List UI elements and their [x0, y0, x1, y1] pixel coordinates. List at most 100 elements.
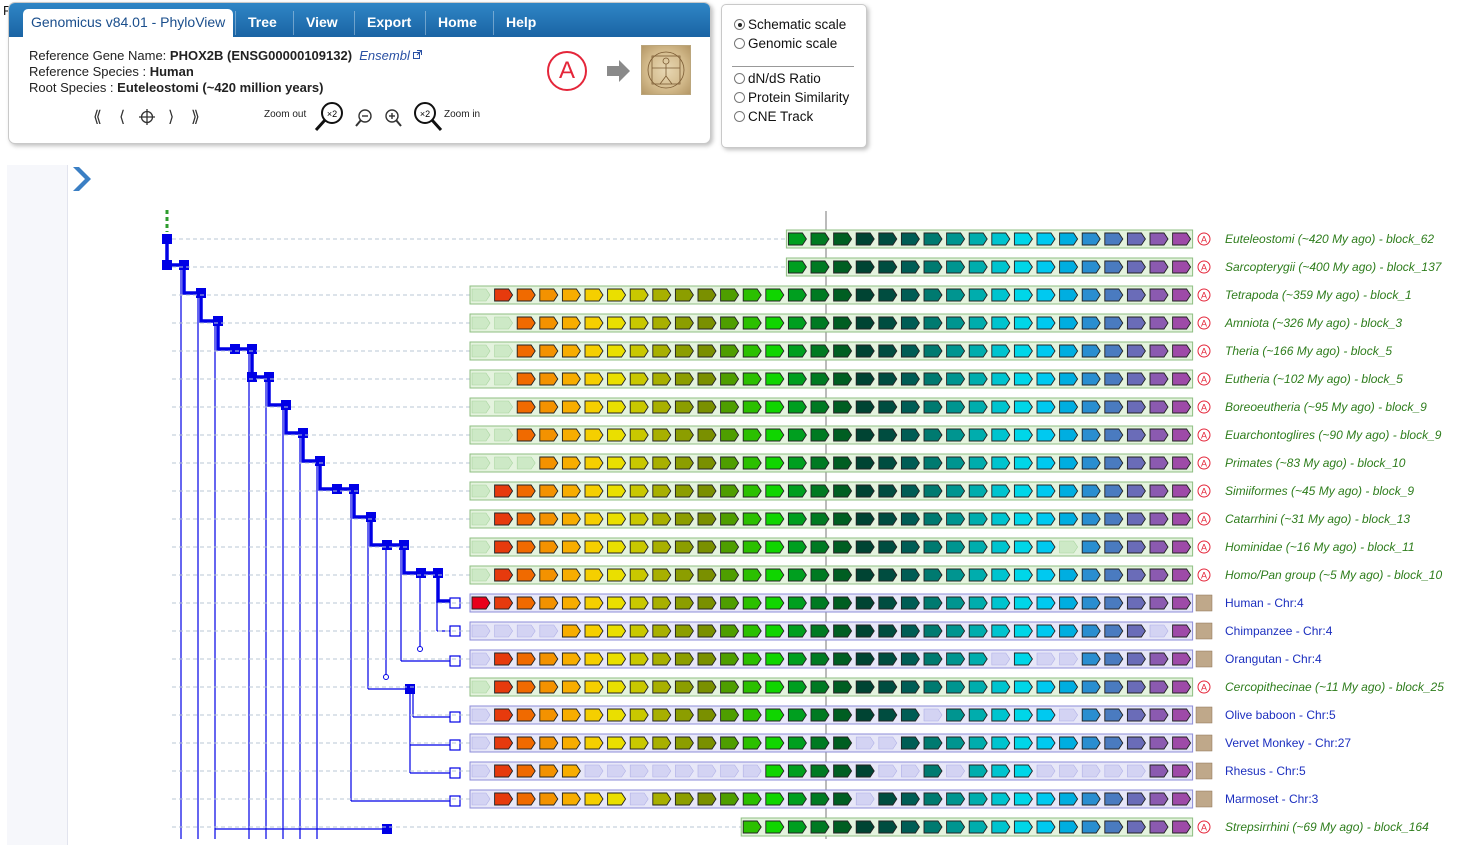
gene-arrow[interactable]: [697, 344, 717, 358]
gene-arrow[interactable]: [991, 596, 1011, 610]
gene-arrow[interactable]: [810, 568, 830, 582]
gene-arrow[interactable]: [629, 680, 649, 694]
gene-arrow[interactable]: [923, 316, 943, 330]
gene-arrow[interactable]: [787, 428, 807, 442]
gene-arrow[interactable]: [720, 428, 740, 442]
gene-arrow[interactable]: [1013, 652, 1033, 666]
gene-arrow[interactable]: [1081, 512, 1101, 526]
gene-arrow[interactable]: [923, 680, 943, 694]
gene-arrow[interactable]: [720, 344, 740, 358]
gene-arrow[interactable]: [1036, 820, 1056, 834]
gene-arrow[interactable]: [1104, 764, 1124, 778]
gene-arrow[interactable]: [607, 540, 627, 554]
gene-arrow[interactable]: [494, 428, 513, 442]
gene-arrow[interactable]: [968, 652, 988, 666]
gene-arrow[interactable]: [697, 456, 717, 470]
gene-arrow[interactable]: [1013, 316, 1033, 330]
tree-node[interactable]: [162, 260, 172, 270]
gene-arrow[interactable]: [652, 512, 672, 526]
gene-arrow[interactable]: [607, 456, 627, 470]
gene-arrow[interactable]: [1081, 736, 1101, 750]
gene-arrow[interactable]: [1104, 652, 1124, 666]
gene-arrow[interactable]: [765, 484, 785, 498]
gene-arrow[interactable]: [607, 372, 627, 386]
gene-arrow[interactable]: [991, 344, 1011, 358]
gene-arrow[interactable]: [878, 652, 898, 666]
gene-arrow[interactable]: [494, 456, 513, 470]
gene-arrow[interactable]: [991, 316, 1011, 330]
gene-arrow[interactable]: [1036, 400, 1056, 414]
gene-arrow[interactable]: [629, 344, 649, 358]
tree-node[interactable]: [247, 372, 257, 382]
tree-node[interactable]: [298, 428, 308, 438]
gene-arrow[interactable]: [991, 624, 1011, 638]
gene-arrow[interactable]: [1013, 736, 1033, 750]
gene-arrow[interactable]: [494, 652, 514, 666]
tree-node[interactable]: [281, 400, 291, 410]
gene-arrow[interactable]: [1172, 596, 1192, 610]
gene-arrow[interactable]: [1036, 484, 1056, 498]
gene-arrow[interactable]: [946, 596, 966, 610]
gene-arrow[interactable]: [787, 512, 807, 526]
gene-arrow[interactable]: [539, 400, 559, 414]
gene-arrow[interactable]: [1126, 456, 1146, 470]
gene-arrow[interactable]: [1081, 288, 1101, 302]
gene-arrow[interactable]: [1059, 596, 1079, 610]
gene-arrow[interactable]: [855, 456, 875, 470]
gene-arrow[interactable]: [878, 260, 898, 274]
gene-arrow[interactable]: [878, 400, 898, 414]
gene-arrow[interactable]: [629, 456, 649, 470]
gene-arrow[interactable]: [833, 456, 853, 470]
gene-arrow[interactable]: [516, 596, 536, 610]
gene-arrow[interactable]: [1036, 288, 1056, 302]
gene-arrow[interactable]: [968, 764, 988, 778]
gene-arrow[interactable]: [946, 260, 966, 274]
gene-arrow[interactable]: [1172, 400, 1192, 414]
gene-arrow[interactable]: [946, 288, 966, 302]
gene-arrow[interactable]: [900, 232, 920, 246]
gene-arrow[interactable]: [787, 652, 807, 666]
row-species-label[interactable]: Strepsirrhini (~69 My ago) - block_164: [1225, 820, 1429, 834]
gene-arrow[interactable]: [946, 736, 966, 750]
gene-arrow[interactable]: [810, 316, 830, 330]
gene-arrow[interactable]: [1059, 568, 1079, 582]
gene-arrow[interactable]: [584, 512, 604, 526]
gene-arrow[interactable]: [1036, 792, 1056, 806]
gene-arrow[interactable]: [855, 680, 875, 694]
gene-arrow[interactable]: [1126, 288, 1146, 302]
gene-arrow[interactable]: [878, 316, 898, 330]
gene-arrow[interactable]: [471, 764, 491, 778]
row-species-label[interactable]: Human - Chr:4: [1225, 596, 1304, 610]
gene-arrow[interactable]: [855, 764, 875, 778]
gene-arrow[interactable]: [516, 400, 536, 414]
gene-arrow[interactable]: [561, 596, 581, 610]
gene-arrow[interactable]: [494, 736, 514, 750]
gene-arrow[interactable]: [810, 708, 830, 722]
gene-arrow[interactable]: [833, 596, 853, 610]
gene-arrow[interactable]: [765, 372, 785, 386]
gene-arrow[interactable]: [946, 316, 966, 330]
gene-arrow[interactable]: [1149, 792, 1169, 806]
gene-arrow[interactable]: [923, 344, 943, 358]
gene-arrow[interactable]: [991, 288, 1011, 302]
gene-arrow[interactable]: [471, 568, 491, 582]
gene-arrow[interactable]: [516, 652, 536, 666]
gene-arrow[interactable]: [1126, 596, 1146, 610]
gene-arrow[interactable]: [629, 400, 649, 414]
gene-arrow[interactable]: [1059, 344, 1079, 358]
gene-arrow[interactable]: [584, 680, 604, 694]
gene-arrow[interactable]: [765, 596, 785, 610]
gene-arrow[interactable]: [923, 512, 943, 526]
gene-arrow[interactable]: [787, 568, 807, 582]
gene-arrow[interactable]: [991, 456, 1011, 470]
gene-arrow[interactable]: [1059, 316, 1079, 330]
gene-arrow[interactable]: [697, 288, 717, 302]
gene-arrow[interactable]: [1081, 568, 1101, 582]
gene-arrow[interactable]: [787, 232, 807, 246]
gene-arrow[interactable]: [810, 232, 830, 246]
gene-arrow[interactable]: [968, 484, 988, 498]
gene-arrow[interactable]: [742, 428, 762, 442]
gene-arrow[interactable]: [584, 652, 604, 666]
gene-arrow[interactable]: [787, 792, 807, 806]
gene-arrow[interactable]: [923, 260, 943, 274]
